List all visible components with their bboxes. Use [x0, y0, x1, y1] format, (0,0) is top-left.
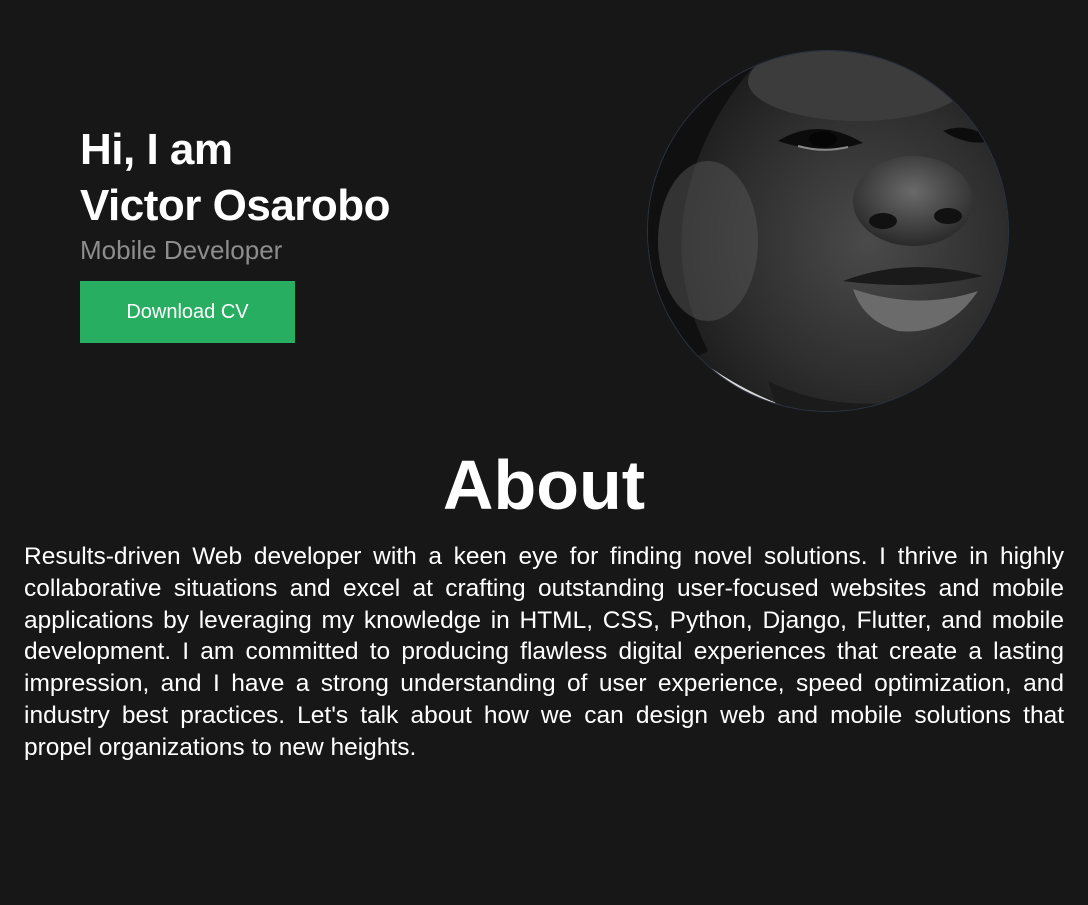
about-paragraph: Results-driven Web developer with a keen…	[24, 543, 1064, 761]
about-heading: About	[442, 446, 646, 524]
profile-photo	[648, 51, 1008, 411]
developer-name: Victor Osarobo	[80, 181, 391, 230]
greeting-line: Hi, I am	[80, 125, 233, 174]
hero-intro: Hi, I am Victor Osarobo Mobile Developer	[80, 122, 600, 266]
developer-role: Mobile Developer	[80, 235, 283, 265]
profile-photo-icon	[648, 51, 1008, 411]
download-cv-button[interactable]: Download CV	[80, 281, 295, 343]
